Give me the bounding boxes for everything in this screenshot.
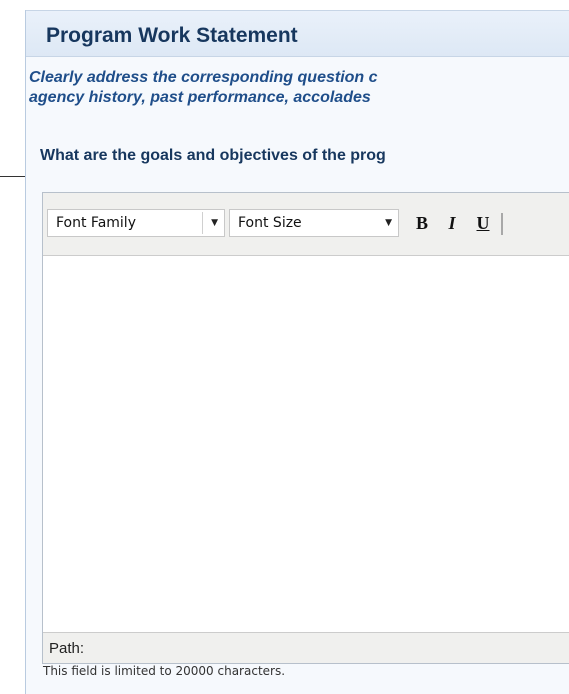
instructions-text: Clearly address the corresponding questi…: [29, 68, 569, 108]
editor-toolbar: Font Family ▼ Font Size ▼ B I U: [43, 193, 569, 256]
underline-button[interactable]: U: [471, 209, 495, 237]
select-divider: [202, 212, 203, 234]
editor-content-area[interactable]: [43, 256, 569, 619]
font-family-label: Font Family: [56, 215, 136, 231]
page: Program Work Statement Clearly address t…: [0, 0, 569, 694]
toolbar-separator: [501, 213, 503, 235]
rich-text-editor: Font Family ▼ Font Size ▼ B I U Path:: [42, 192, 569, 664]
editor-statusbar: Path:: [43, 632, 569, 663]
question-label: What are the goals and objectives of the…: [40, 147, 386, 164]
program-work-statement-panel: Program Work Statement Clearly address t…: [25, 10, 569, 694]
status-path-label: Path:: [49, 640, 85, 657]
chevron-down-icon: ▼: [385, 218, 392, 228]
font-size-label: Font Size: [238, 215, 302, 231]
font-family-select[interactable]: Font Family ▼: [47, 209, 225, 237]
panel-title: Program Work Statement: [46, 24, 298, 47]
panel-header: Program Work Statement: [26, 10, 569, 57]
italic-button[interactable]: I: [440, 209, 464, 237]
bold-button[interactable]: B: [410, 209, 434, 237]
horizontal-divider: [0, 176, 26, 177]
character-limit-note: This field is limited to 20000 character…: [43, 664, 286, 678]
chevron-down-icon: ▼: [211, 218, 218, 228]
font-size-select[interactable]: Font Size ▼: [229, 209, 399, 237]
instructions-line-1: Clearly address the corresponding questi…: [29, 69, 378, 86]
instructions-line-2: agency history, past performance, accola…: [29, 89, 371, 106]
